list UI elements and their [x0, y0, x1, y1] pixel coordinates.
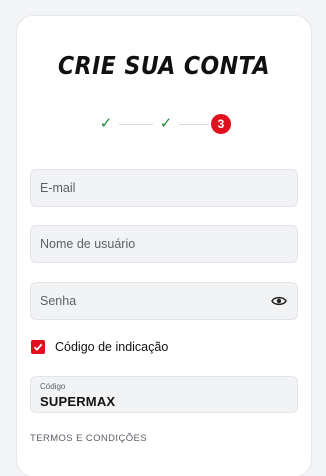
email-input[interactable]	[40, 170, 270, 206]
referral-code-value[interactable]: SUPERMAX	[40, 394, 115, 409]
step-1-check-icon: ✓	[99, 115, 113, 132]
signup-card: CRIE SUA CONTA ✓ ✓ 3 Código de indicação	[17, 16, 311, 476]
username-field[interactable]	[30, 225, 298, 263]
step-2-check-icon: ✓	[159, 115, 173, 132]
password-input[interactable]	[40, 283, 270, 319]
referral-checkbox-label: Código de indicação	[55, 340, 169, 354]
page-title: CRIE SUA CONTA	[58, 52, 270, 81]
step-3-current-badge: 3	[211, 114, 231, 134]
referral-code-field[interactable]: Código SUPERMAX	[30, 376, 298, 413]
progress-stepper: ✓ ✓ 3	[97, 114, 237, 134]
terms-heading[interactable]: TERMOS E CONDIÇÕES	[30, 433, 147, 444]
step-connector	[179, 124, 209, 125]
email-field[interactable]	[30, 169, 298, 207]
eye-icon[interactable]	[271, 294, 287, 308]
step-connector	[119, 124, 153, 125]
referral-code-label: Código	[40, 382, 66, 391]
referral-checkbox[interactable]	[31, 340, 45, 354]
checkmark-icon	[33, 343, 43, 351]
referral-code-toggle[interactable]: Código de indicação	[31, 339, 168, 355]
password-field[interactable]	[30, 282, 298, 320]
username-input[interactable]	[40, 226, 270, 262]
